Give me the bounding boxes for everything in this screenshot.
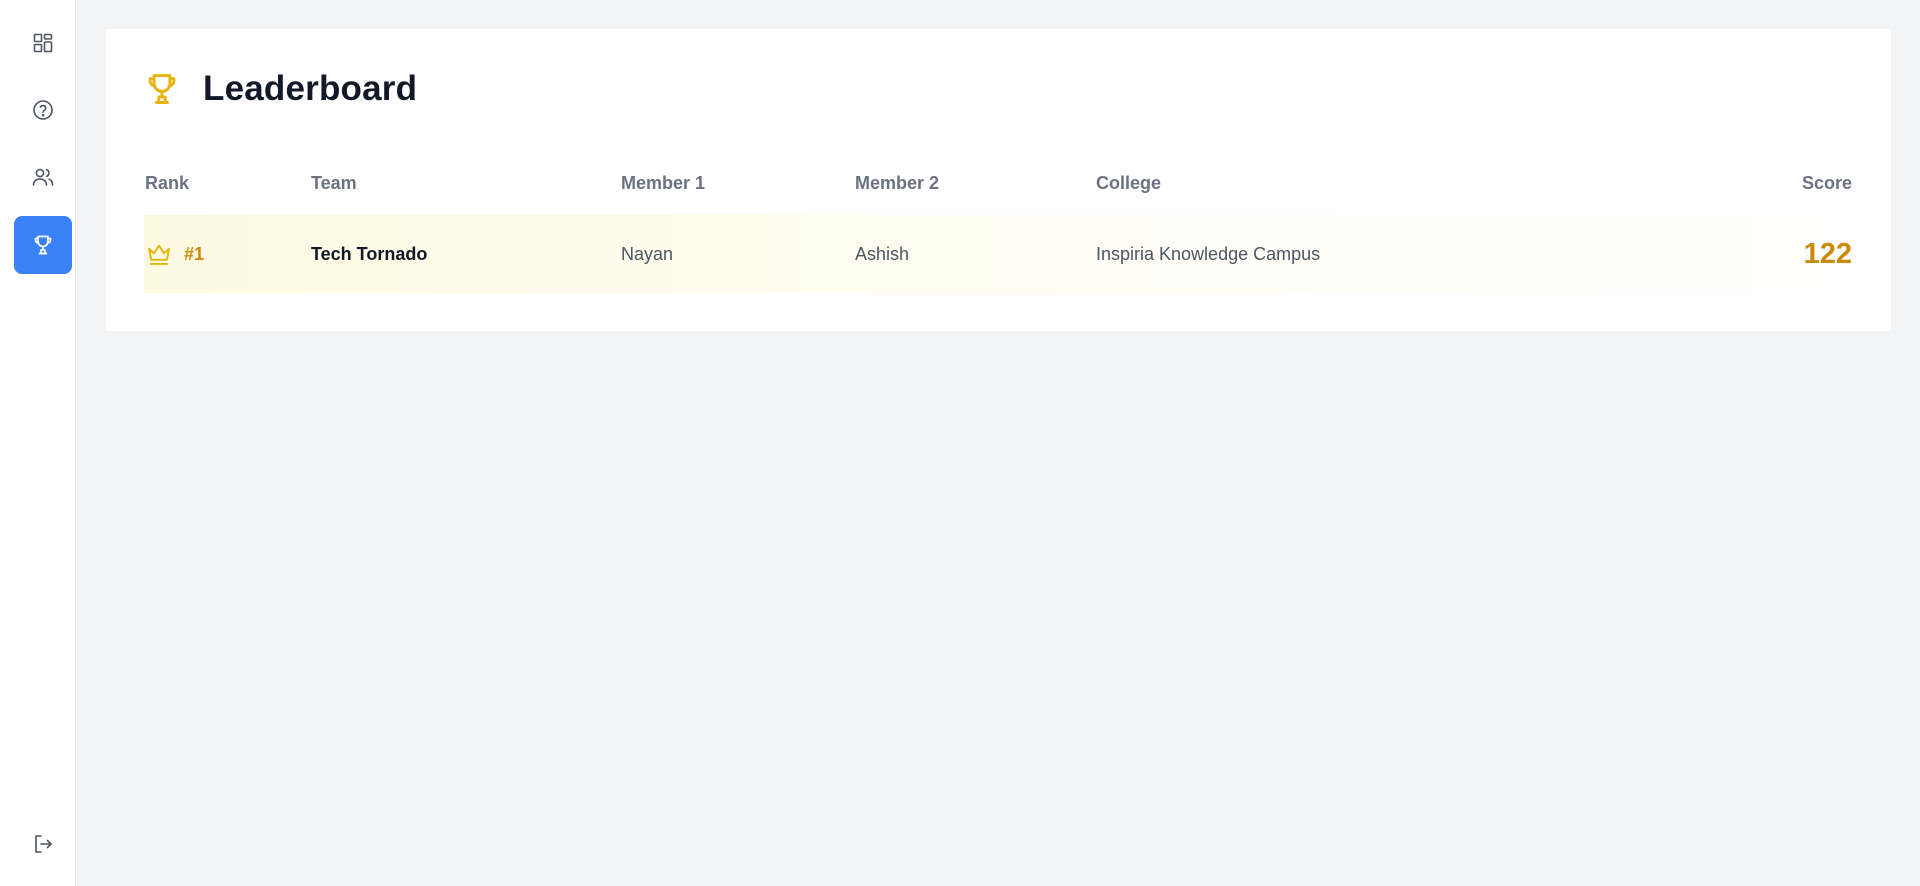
- nav-teams[interactable]: [14, 148, 72, 206]
- logout-icon: [35, 835, 52, 853]
- nav-help[interactable]: [14, 81, 72, 139]
- leaderboard-card: Leaderboard Rank Team Member 1 Member 2 …: [106, 29, 1891, 331]
- column-header-score: Score: [1801, 173, 1852, 193]
- users-icon: [32, 168, 54, 186]
- trophy-icon: [34, 235, 52, 255]
- column-header-team: Team: [311, 173, 357, 193]
- member2-name: Ashish: [855, 243, 910, 264]
- nav-leaderboard[interactable]: [14, 216, 72, 274]
- member1-name: Nayan: [621, 243, 674, 264]
- logout-button[interactable]: [14, 815, 72, 873]
- rank-label: #1: [184, 243, 205, 264]
- column-header-rank: Rank: [145, 173, 190, 193]
- column-header-member1: Member 1: [621, 173, 706, 193]
- column-header-college: College: [1096, 173, 1162, 193]
- score-value: 122: [1803, 237, 1852, 270]
- help-circle-icon: [33, 100, 53, 120]
- crown-icon: [145, 240, 173, 268]
- dashboard-icon: [33, 33, 53, 53]
- nav-dashboard[interactable]: [14, 14, 72, 72]
- column-header-member2: Member 2: [855, 173, 940, 193]
- table-row: #1 Tech Tornado Nayan Ashish Inspiria Kn…: [144, 215, 1853, 293]
- trophy-icon: [143, 70, 181, 108]
- page-title: Leaderboard: [203, 69, 418, 108]
- sidebar: [0, 0, 76, 886]
- page-header: Leaderboard: [143, 69, 417, 109]
- college-name: Inspiria Knowledge Campus: [1096, 243, 1321, 264]
- rank-cell: #1: [145, 215, 204, 293]
- team-name: Tech Tornado: [311, 243, 428, 264]
